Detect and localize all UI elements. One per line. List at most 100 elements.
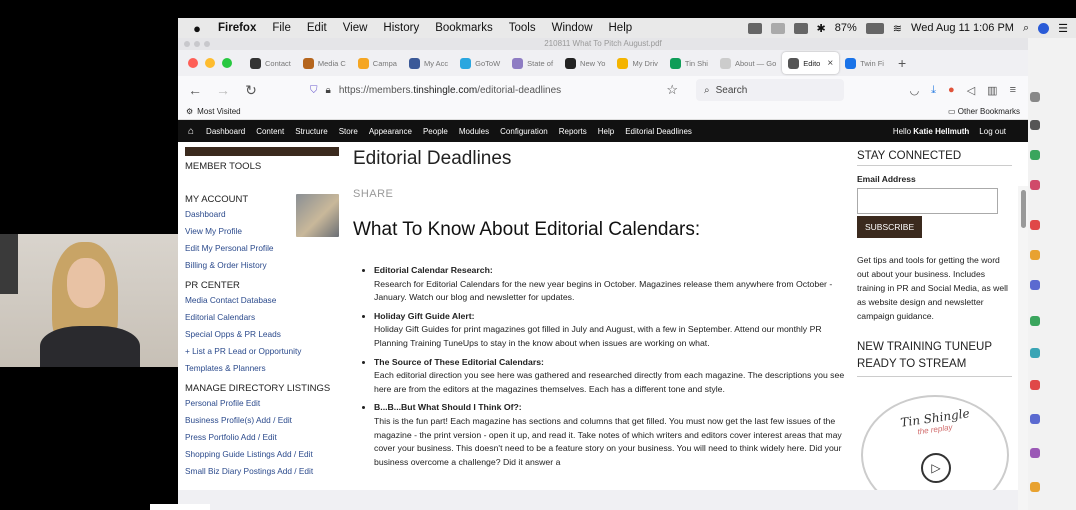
share-button[interactable]: SHARE bbox=[353, 188, 847, 200]
sidebar-link[interactable]: + List a PR Lead or Opportunity bbox=[185, 343, 339, 360]
home-icon[interactable]: ⌂ bbox=[188, 126, 194, 137]
tab-4[interactable]: GoToW bbox=[454, 52, 506, 74]
scrollbar-thumb[interactable] bbox=[1020, 190, 1026, 228]
menu-window[interactable]: Window bbox=[544, 22, 601, 34]
email-field[interactable] bbox=[857, 188, 998, 214]
admin-nav-store[interactable]: Store bbox=[339, 127, 358, 136]
admin-nav-dashboard[interactable]: Dashboard bbox=[206, 127, 245, 136]
zoom-window-button[interactable] bbox=[222, 58, 232, 68]
most-visited-link[interactable]: Most Visited bbox=[197, 107, 240, 116]
sidebar-link[interactable]: Editorial Calendars bbox=[185, 309, 339, 326]
menu-history[interactable]: History bbox=[375, 22, 427, 34]
edge-icon[interactable] bbox=[1030, 92, 1040, 102]
podcast-badge[interactable]: Tin Shingle the replay ▷ bbox=[861, 395, 1009, 490]
extension-icon[interactable] bbox=[747, 22, 762, 34]
bookmark-star-icon[interactable]: ☆ bbox=[666, 82, 678, 98]
control-center-icon[interactable]: ☰ bbox=[1058, 22, 1068, 35]
tab-7[interactable]: My Driv bbox=[611, 52, 663, 74]
tab-10[interactable]: Edito × bbox=[782, 52, 840, 74]
sidebar-link[interactable]: Edit My Personal Profile bbox=[185, 240, 339, 257]
menu-firefox[interactable]: Firefox bbox=[210, 22, 264, 34]
edge-icon[interactable] bbox=[1030, 250, 1040, 260]
subscribe-button[interactable]: SUBSCRIBE bbox=[857, 216, 923, 238]
tab-8[interactable]: Tin Shi bbox=[664, 52, 714, 74]
play-icon[interactable]: ▷ bbox=[921, 453, 951, 483]
admin-nav-help[interactable]: Help bbox=[598, 127, 614, 136]
reload-icon[interactable]: ↻ bbox=[242, 82, 260, 99]
menu-tools[interactable]: Tools bbox=[501, 22, 544, 34]
sidebar-link[interactable]: Templates & Planners bbox=[185, 360, 339, 377]
admin-nav-reports[interactable]: Reports bbox=[559, 127, 587, 136]
edge-icon[interactable] bbox=[1030, 348, 1040, 358]
siri-icon[interactable] bbox=[1038, 22, 1050, 34]
tab-11[interactable]: Twin Fi bbox=[839, 52, 890, 74]
edge-icon[interactable] bbox=[1030, 448, 1040, 458]
search-box[interactable]: ⌕ Search bbox=[696, 79, 844, 101]
tab-6[interactable]: New Yo bbox=[559, 52, 611, 74]
admin-nav-people[interactable]: People bbox=[423, 127, 448, 136]
minimize-window-button[interactable] bbox=[205, 58, 215, 68]
tab-9[interactable]: About — Go bbox=[714, 52, 782, 74]
wifi-icon[interactable]: ≋ bbox=[893, 22, 902, 35]
sidebar-link[interactable]: Shopping Guide Listings Add / Edit bbox=[185, 446, 339, 463]
library-icon[interactable]: ▥ bbox=[987, 84, 997, 97]
url-bar[interactable]: ⛉ 🔒︎ https://members.tinshingle.com/edit… bbox=[310, 79, 678, 101]
page-scrollbar[interactable] bbox=[1018, 186, 1028, 510]
pocket-icon[interactable]: ◡ bbox=[910, 84, 920, 97]
tab-1[interactable]: Media C bbox=[297, 52, 352, 74]
forward-icon[interactable]: → bbox=[214, 82, 232, 98]
admin-nav-editorial-deadlines[interactable]: Editorial Deadlines bbox=[625, 127, 692, 136]
clock[interactable]: Wed Aug 11 1:06 PM bbox=[911, 22, 1014, 34]
sidebar-link[interactable]: Small Biz Diary Postings Add / Edit bbox=[185, 463, 339, 480]
edge-icon[interactable] bbox=[1030, 220, 1040, 230]
admin-nav-modules[interactable]: Modules bbox=[459, 127, 489, 136]
admin-nav-structure[interactable]: Structure bbox=[295, 127, 327, 136]
other-bookmarks-link[interactable]: ▭ Other Bookmarks bbox=[948, 107, 1020, 116]
extension-icon[interactable]: ● bbox=[948, 84, 955, 97]
edge-icon[interactable] bbox=[1030, 380, 1040, 390]
airplay-icon[interactable] bbox=[793, 22, 808, 34]
menu-bookmarks[interactable]: Bookmarks bbox=[427, 22, 501, 34]
new-tab-button[interactable]: + bbox=[890, 55, 914, 71]
logout-link[interactable]: Log out bbox=[979, 127, 1006, 136]
admin-nav-configuration[interactable]: Configuration bbox=[500, 127, 548, 136]
username[interactable]: Katie Hellmuth bbox=[913, 127, 969, 136]
close-window-button[interactable] bbox=[188, 58, 198, 68]
edge-icon[interactable] bbox=[1030, 280, 1040, 290]
spotlight-icon[interactable]: ⌕ bbox=[1023, 22, 1029, 35]
edge-icon[interactable] bbox=[1030, 150, 1040, 160]
avatar[interactable] bbox=[296, 194, 339, 237]
menu-view[interactable]: View bbox=[335, 22, 376, 34]
shield-icon[interactable]: ⛉ bbox=[310, 85, 318, 96]
menu-icon[interactable]: ≡ bbox=[1010, 84, 1016, 97]
sidebar-link[interactable]: Business Profile(s) Add / Edit bbox=[185, 412, 339, 429]
bluetooth-icon[interactable]: ✱ bbox=[817, 22, 826, 35]
sidebar-link[interactable]: Billing & Order History bbox=[185, 257, 339, 274]
admin-nav-content[interactable]: Content bbox=[256, 127, 284, 136]
tab-0[interactable]: Contact bbox=[244, 52, 297, 74]
sidebar-link[interactable]: Media Contact Database bbox=[185, 292, 339, 309]
tab-2[interactable]: Campa bbox=[352, 52, 403, 74]
menu-edit[interactable]: Edit bbox=[299, 22, 335, 34]
sidebar-link[interactable]: Press Portfolio Add / Edit bbox=[185, 429, 339, 446]
edge-icon[interactable] bbox=[1030, 180, 1040, 190]
download-icon[interactable]: ⤓ bbox=[931, 84, 936, 97]
battery-icon[interactable] bbox=[865, 22, 884, 34]
moon-icon[interactable] bbox=[770, 22, 785, 34]
sidebar-link[interactable]: Special Opps & PR Leads bbox=[185, 326, 339, 343]
edge-icon[interactable] bbox=[1030, 120, 1040, 130]
edge-icon[interactable] bbox=[1030, 316, 1040, 326]
edge-icon[interactable] bbox=[1030, 414, 1040, 424]
tab-5[interactable]: State of bbox=[506, 52, 559, 74]
apple-icon[interactable]: ● bbox=[184, 21, 210, 36]
edge-icon[interactable] bbox=[1030, 482, 1040, 492]
lock-icon[interactable]: 🔒︎ bbox=[326, 85, 331, 96]
back-icon[interactable]: ← bbox=[186, 82, 204, 98]
close-tab-icon[interactable]: × bbox=[827, 58, 833, 69]
menu-file[interactable]: File bbox=[264, 22, 299, 34]
admin-nav-appearance[interactable]: Appearance bbox=[369, 127, 412, 136]
megaphone-icon[interactable]: ◁ bbox=[967, 84, 975, 97]
sidebar-link[interactable]: Personal Profile Edit bbox=[185, 395, 339, 412]
menu-help[interactable]: Help bbox=[601, 22, 641, 34]
tab-3[interactable]: My Acc bbox=[403, 52, 454, 74]
